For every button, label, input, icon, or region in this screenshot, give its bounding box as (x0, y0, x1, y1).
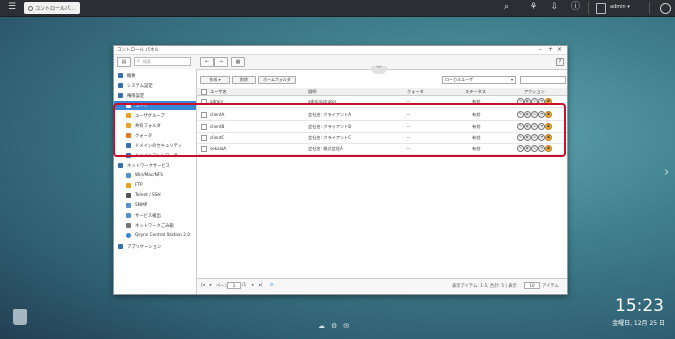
last-page-icon[interactable]: ▸| (259, 283, 263, 288)
select-all-checkbox[interactable] (201, 89, 207, 95)
sidebar-item-system-settings[interactable]: システム設定 (114, 81, 196, 90)
search-placeholder: 検索 (143, 59, 151, 64)
chevron-down-icon: ▾ (510, 77, 513, 82)
table-header: ユーザ名 説明 クォータ ステータス アクション (197, 88, 567, 96)
sidebar-item-label: システム設定 (127, 84, 153, 89)
window-titlebar: コントロール パネル – + × (114, 46, 567, 55)
highlight-box (113, 103, 566, 157)
sidebar-item-label: ネットワークごみ箱 (135, 224, 174, 229)
sidebar-item-label: Telnet / SSH (135, 193, 161, 198)
page-total: /1 (242, 283, 247, 288)
window-toolbar: ▤ ⌕ 検索 ← → ▦ ? (114, 55, 567, 70)
minimize-icon[interactable]: – (539, 46, 542, 54)
items-label: アイテム (542, 284, 559, 289)
sidebar-item-qsync[interactable]: Qsync Central Station 2.0 (114, 231, 196, 240)
terminal-icon (126, 193, 131, 198)
search-icon: ⌕ (137, 58, 140, 64)
notification-icon[interactable]: ⓘ (570, 2, 581, 13)
col-quota[interactable]: クォータ (407, 89, 424, 95)
menu-icon[interactable]: ☰ (8, 3, 17, 12)
back-button[interactable]: ← (200, 57, 214, 67)
service-discovery-icon (126, 213, 131, 218)
col-description[interactable]: 説明 (308, 89, 316, 95)
dock-icons[interactable]: ☁⚙✉ (318, 322, 355, 330)
close-icon[interactable]: × (557, 46, 562, 54)
window-title: コントロール パネル (117, 48, 159, 53)
sidebar-item-overview[interactable]: 概要 (114, 71, 196, 80)
search-icon[interactable]: ⌕ (501, 2, 512, 13)
delete-button[interactable]: 削除 (232, 76, 256, 84)
per-page-select[interactable]: 10 (524, 282, 540, 289)
tab-label: コントロールパ… (35, 6, 76, 12)
sidebar-item-label: Qsync Central Station 2.0 (135, 233, 191, 238)
sidebar-item-service-discovery[interactable]: サービス検出 (114, 211, 196, 220)
sidebar-item-label: ネットワークサービス (127, 164, 170, 169)
sidebar-item-applications[interactable]: アプリケーション (114, 242, 196, 251)
user-icon[interactable] (596, 3, 606, 14)
sidebar-item-label: 概要 (127, 74, 136, 79)
home-folder-button[interactable]: ホームフォルダ (258, 76, 296, 84)
control-panel-window: コントロール パネル – + × ▤ ⌕ 検索 ← → ▦ ? 概要 システム設… (113, 45, 568, 295)
pagination-bar: |◂ ◂ ページ 1 /1 ▸ ▸| ⟳ 表示アイテム: 1-5, 合計: 5 … (197, 278, 567, 293)
users-toolbar: 作成 ▾ 削除 ホームフォルダ ローカルユーザ ▾ (197, 73, 567, 84)
recycle-bin-icon (126, 223, 131, 228)
maximize-icon[interactable]: + (548, 46, 553, 54)
grid-view-button[interactable]: ▦ (231, 57, 245, 67)
sidebar-item-label: サービス検出 (135, 214, 161, 219)
sidebar-item-ftp[interactable]: FTP (114, 181, 196, 190)
user-menu[interactable]: admin ▾ (610, 4, 630, 10)
snmp-icon (126, 203, 131, 208)
background-task-icon[interactable]: ⚘ (528, 2, 539, 13)
chevron-right-icon[interactable]: › (664, 165, 669, 180)
network-services-icon (118, 163, 123, 168)
sidebar-item-label: FTP (135, 183, 143, 188)
sidebar-item-label: 権限設定 (127, 94, 145, 99)
tab-control-panel[interactable]: コントロールパ… (24, 2, 80, 14)
qsync-icon (126, 233, 131, 238)
trash-icon[interactable] (13, 309, 27, 325)
help-icon[interactable]: ? (556, 58, 564, 66)
user-type-select[interactable]: ローカルユーザ ▾ (442, 76, 516, 84)
ftp-icon (126, 183, 131, 188)
col-status[interactable]: ステータス (465, 89, 486, 95)
sidebar-item-label: Win/Mac/NFS (135, 173, 164, 178)
sidebar-item-network-recycle-bin[interactable]: ネットワークごみ箱 (114, 221, 196, 230)
sidebar-item-win-mac-nfs[interactable]: Win/Mac/NFS (114, 171, 196, 180)
sidebar-item-label: SNMP (135, 203, 148, 208)
user-search-input[interactable] (520, 76, 566, 84)
desktop-date: 金曜日, 12月 25 日 (612, 320, 665, 327)
win-mac-nfs-icon (126, 173, 131, 178)
separator (649, 2, 650, 14)
sidebar-item-network-services[interactable]: ネットワークサービス (114, 161, 196, 170)
dashboard-icon[interactable] (660, 3, 671, 14)
col-username[interactable]: ユーザ名 (210, 89, 227, 95)
first-page-icon[interactable]: |◂ (201, 283, 205, 288)
sidebar-item-telnet-ssh[interactable]: Telnet / SSH (114, 191, 196, 200)
page-input[interactable]: 1 (227, 282, 241, 289)
search-input[interactable]: ⌕ 検索 (134, 57, 191, 66)
refresh-icon[interactable]: ⟳ (270, 283, 274, 288)
col-actions: アクション (524, 89, 545, 94)
sidebar-item-label: アプリケーション (127, 245, 162, 250)
create-button[interactable]: 作成 ▾ (200, 76, 230, 84)
desktop-clock: 15:23 (615, 296, 664, 316)
user-type-value: ローカルユーザ (445, 77, 473, 82)
separator (588, 2, 589, 14)
next-page-icon[interactable]: ▸ (252, 283, 254, 288)
top-bar: ☰ コントロールパ… ⌕ ⚘ ⇩ ⓘ admin ▾ (0, 0, 675, 17)
overview-icon (118, 73, 123, 78)
tab-icon (28, 6, 33, 11)
applications-icon (118, 244, 123, 249)
privilege-icon (118, 93, 123, 98)
sidebar-item-snmp[interactable]: SNMP (114, 201, 196, 210)
prev-page-icon[interactable]: ◂ (209, 283, 211, 288)
sidebar-item-privilege[interactable]: 権限設定 (114, 91, 196, 100)
pager-summary: 表示アイテム: 1-5, 合計: 5 | 表示 (452, 284, 517, 289)
forward-button[interactable]: → (214, 57, 228, 67)
home-button[interactable]: ▤ (117, 57, 131, 67)
settings-icon (118, 83, 123, 88)
external-device-icon[interactable]: ⇩ (549, 2, 560, 13)
